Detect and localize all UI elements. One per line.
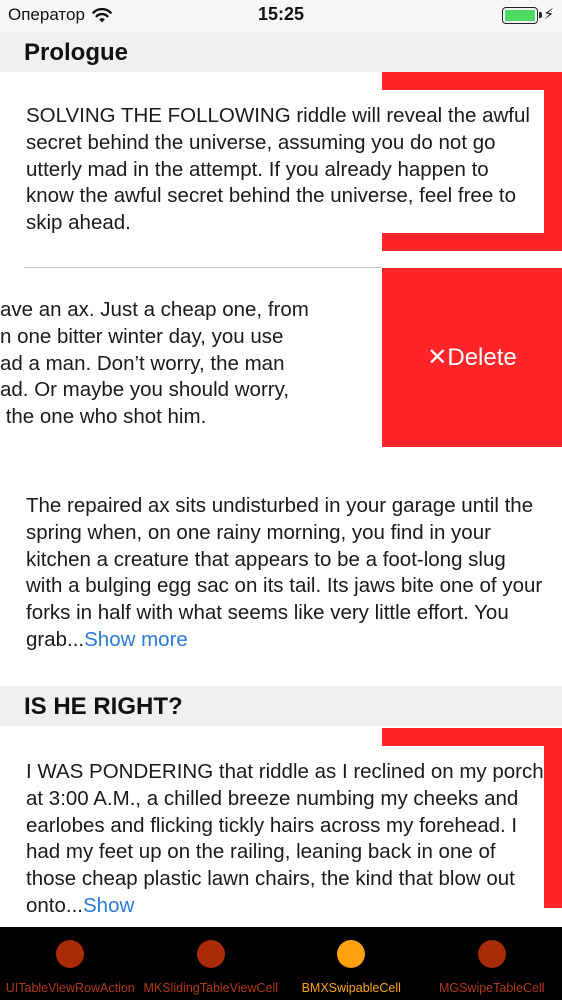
- tab-mgswipetablecell[interactable]: MGSwipeTableCell: [422, 927, 562, 1000]
- tab-mkslidingtableviewcell[interactable]: MKSlidingTableViewCell: [141, 927, 282, 1000]
- cell-line: ave an ax. Just a cheap one, from: [0, 298, 309, 321]
- cell-line: ad. Or maybe you should worry,: [0, 378, 290, 402]
- tab-dot-icon: [196, 940, 225, 968]
- cell-line: n one bitter winter day, you use: [0, 324, 284, 348]
- charging-bolt-icon: ⚡: [543, 6, 554, 23]
- delete-button[interactable]: ✕Delete: [382, 268, 562, 447]
- cell-text: I WAS PONDERING that riddle as I recline…: [26, 759, 546, 920]
- cell-text: SOLVING THE FOLLOWING riddle will reveal…: [26, 104, 530, 235]
- tab-bar: UITableViewRowAction MKSlidingTableViewC…: [0, 927, 562, 1000]
- cell-text: The repaired ax sits undisturbed in your…: [26, 493, 546, 654]
- tab-label: UITableViewRowAction: [5, 981, 135, 995]
- cell-line: ad a man. Don’t worry, the man: [0, 351, 285, 375]
- tab-dot-icon: [56, 940, 85, 968]
- section-header-is-he-right: IS HE RIGHT?: [0, 686, 562, 726]
- tab-label: MGSwipeTableCell: [438, 981, 545, 995]
- table-cell[interactable]: I WAS PONDERING that riddle as I recline…: [0, 726, 562, 927]
- tab-bmxswipablecell[interactable]: BMXSwipableCell: [281, 927, 422, 1000]
- tab-label: BMXSwipableCell: [301, 981, 401, 995]
- battery-tip: [539, 12, 542, 18]
- battery-icon: [502, 7, 542, 24]
- table-cell[interactable]: The repaired ax sits undisturbed in your…: [0, 447, 562, 685]
- show-more-link[interactable]: Show more: [84, 628, 188, 651]
- cell-text-swiped: ave an ax. Just a cheap one, from n one b…: [0, 297, 382, 431]
- show-more-link[interactable]: Show: [83, 894, 134, 917]
- tab-label: MKSlidingTableViewCell: [143, 981, 279, 995]
- section-header-prologue: Prologue: [0, 32, 562, 72]
- table-cell[interactable]: SOLVING THE FOLLOWING riddle will reveal…: [0, 72, 562, 268]
- tab-dot-icon: [477, 940, 506, 968]
- battery-level: [505, 10, 535, 21]
- status-time: 15:25: [257, 4, 305, 24]
- cell-line: the one who shot him.: [0, 405, 207, 429]
- tab-uitableviewrowaction[interactable]: UITableViewRowAction: [0, 927, 141, 1000]
- tab-dot-icon: [337, 940, 366, 968]
- status-bar: Оператор 15:25 ⚡: [0, 0, 562, 32]
